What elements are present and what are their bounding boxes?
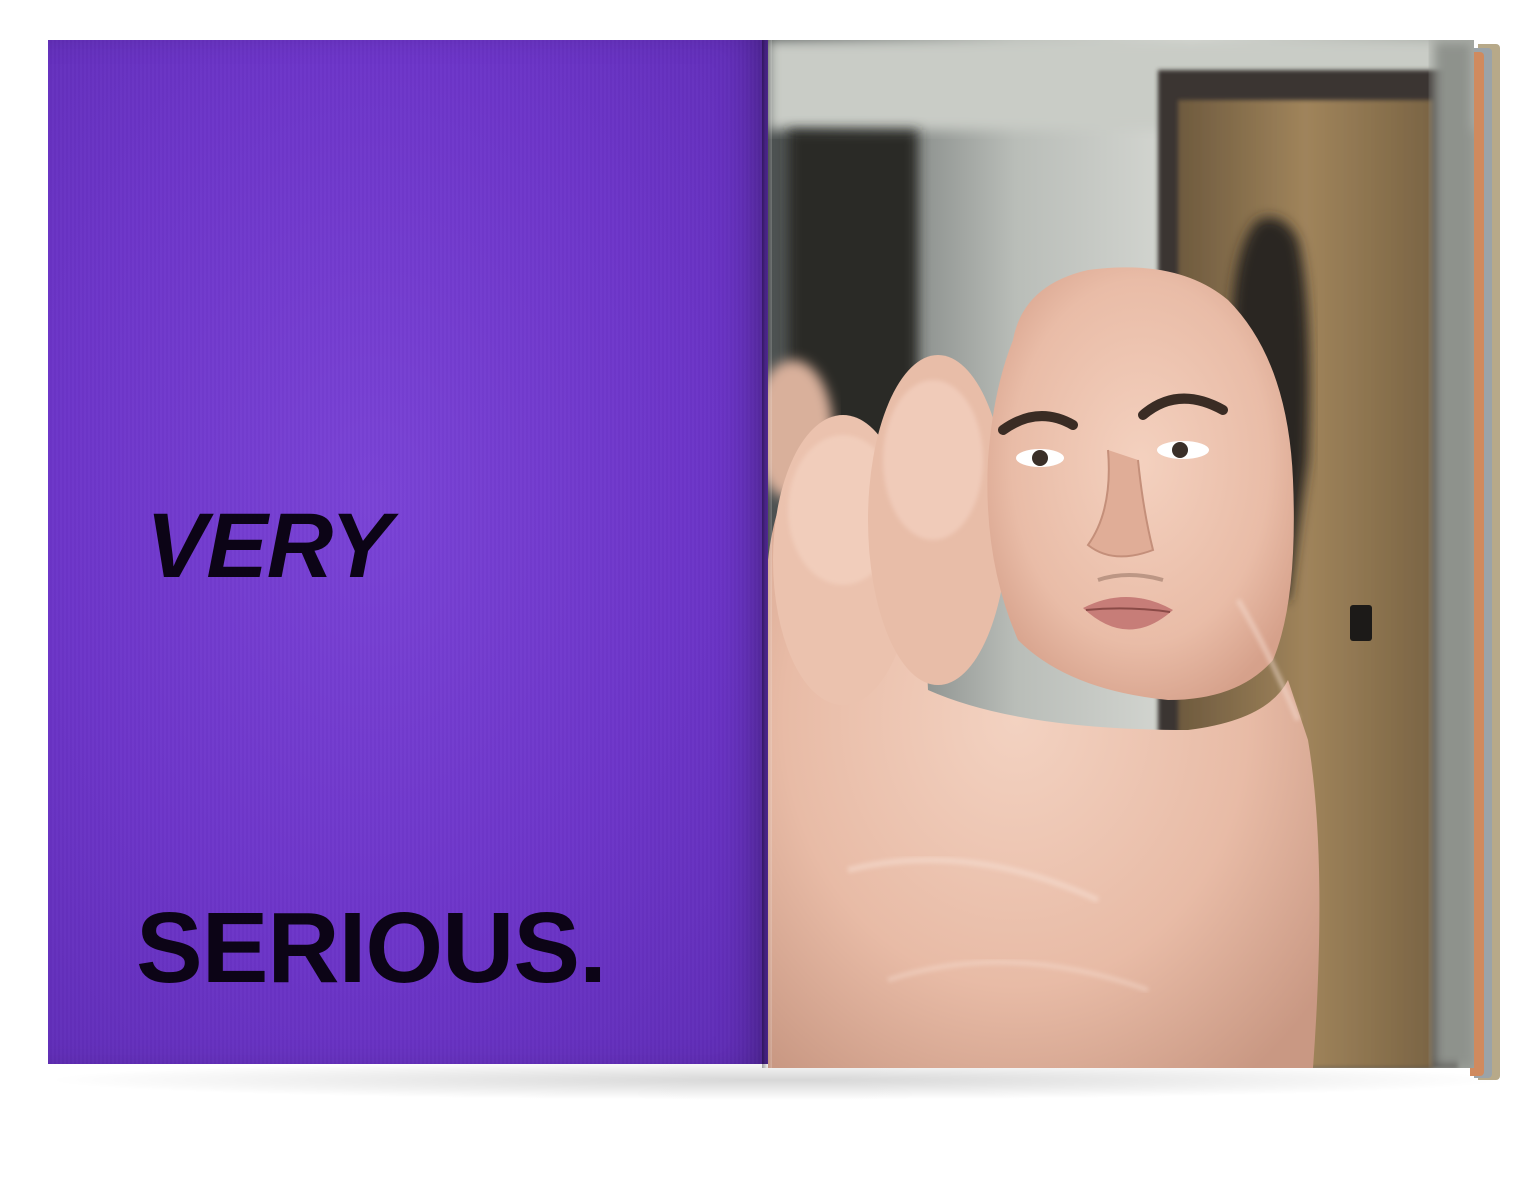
headline-word-very: VERY bbox=[146, 495, 392, 597]
left-page: VERY SERIOUS. bbox=[48, 40, 770, 1064]
magazine-spread-scene: VERY SERIOUS. bbox=[0, 0, 1533, 1190]
right-page-photo bbox=[768, 40, 1474, 1068]
binding-spine bbox=[762, 40, 772, 1068]
face-on-foot-photo bbox=[768, 40, 1474, 1068]
headline-word-serious: SERIOUS. bbox=[136, 892, 607, 1004]
